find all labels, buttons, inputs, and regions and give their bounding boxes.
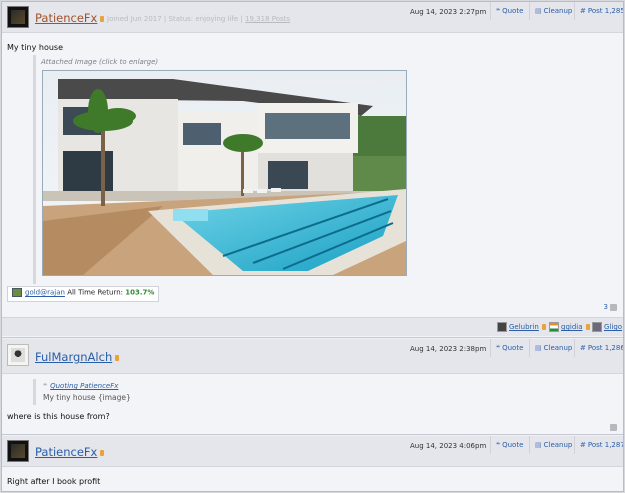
hash-icon: #: [580, 344, 586, 352]
like-count[interactable]: 3: [604, 303, 617, 311]
quote-text: My tiny house {image}: [43, 393, 131, 402]
quote-button[interactable]: ❝ Quote: [490, 436, 523, 454]
avatar: [497, 322, 507, 332]
badge-icon: [100, 449, 105, 456]
cleanup-button[interactable]: ▤ Cleanup: [529, 2, 572, 20]
like-button[interactable]: [608, 423, 617, 431]
post-1285: PatienceFx Joined Jun 2017 | Status: enj…: [2, 2, 623, 338]
user-post-count: 19,318 Posts: [245, 15, 291, 23]
quote-icon: ❝: [43, 382, 48, 390]
liker[interactable]: Gelubrin: [497, 322, 546, 332]
cleanup-button[interactable]: ▤ Cleanup: [529, 339, 572, 357]
post-header: PatienceFx Aug 14, 2023 4:06pm ❝ Quote ▤ C…: [2, 436, 623, 467]
quote-icon: ❝: [496, 344, 501, 352]
cleanup-icon: ▤: [535, 7, 542, 15]
post-header: FulMargnAlch Aug 14, 2023 2:38pm ❝ Quote …: [2, 339, 623, 374]
likers-bar: Gelubrin ggidia Gligo: [2, 317, 623, 336]
thumbs-up-icon: [610, 303, 617, 311]
attachment: Attached Image (click to enlarge): [33, 55, 411, 284]
quote-block: ❝ Quoting PatienceFx My tiny house {image…: [33, 379, 131, 405]
post-1286: FulMargnAlch Aug 14, 2023 2:38pm ❝ Quote …: [2, 339, 623, 435]
house-photo: [43, 71, 406, 275]
badge-icon: [100, 15, 105, 22]
user-meta: Joined Jun 2017 | Status: enjoying life …: [107, 15, 291, 23]
liker[interactable]: Gligo: [592, 322, 622, 332]
username[interactable]: PatienceFx: [35, 11, 105, 25]
post-header: PatienceFx Joined Jun 2017 | Status: enj…: [2, 2, 623, 33]
hash-icon: #: [580, 441, 586, 449]
avatar[interactable]: [7, 6, 29, 28]
post-text: where is this house from?: [7, 412, 110, 421]
post-date: Aug 14, 2023 2:27pm: [410, 8, 487, 16]
hash-icon: #: [580, 7, 586, 15]
post-1287: PatienceFx Aug 14, 2023 4:06pm ❝ Quote ▤ C…: [2, 436, 623, 491]
post-text: Right after I book profit: [7, 477, 101, 486]
post-date: Aug 14, 2023 2:38pm: [410, 345, 487, 353]
username[interactable]: PatienceFx: [35, 445, 105, 459]
quote-author-link[interactable]: ❝ Quoting PatienceFx: [43, 382, 131, 390]
signature-link[interactable]: gold@rajan: [25, 289, 65, 297]
attached-image[interactable]: [42, 70, 407, 276]
post-number-link[interactable]: # Post 1,287: [574, 436, 623, 454]
flag-icon: [549, 322, 559, 332]
post-number-link[interactable]: # Post 1,285: [574, 2, 623, 20]
post-date: Aug 14, 2023 4:06pm: [410, 442, 487, 450]
chart-icon: [12, 288, 22, 297]
signature: gold@rajan All Time Return: 103.7%: [7, 286, 160, 302]
badge-icon: [585, 324, 590, 330]
return-value: 103.7%: [125, 288, 155, 297]
quote-icon: ❝: [496, 441, 501, 449]
cleanup-icon: ▤: [535, 344, 542, 352]
quote-icon: ❝: [496, 7, 501, 15]
cleanup-icon: ▤: [535, 441, 542, 449]
avatar: [592, 322, 602, 332]
quote-button[interactable]: ❝ Quote: [490, 2, 523, 20]
avatar[interactable]: [7, 344, 29, 366]
quote-button[interactable]: ❝ Quote: [490, 339, 523, 357]
cleanup-button[interactable]: ▤ Cleanup: [529, 436, 572, 454]
liker[interactable]: ggidia: [549, 322, 590, 332]
badge-icon: [541, 324, 546, 330]
thumbs-up-icon: [610, 423, 617, 431]
thread-container: PatienceFx Joined Jun 2017 | Status: enj…: [1, 1, 624, 492]
username[interactable]: FulMargnAlch: [35, 350, 120, 364]
attachment-caption[interactable]: Attached Image (click to enlarge): [41, 58, 158, 66]
avatar[interactable]: [7, 440, 29, 462]
post-number-link[interactable]: # Post 1,286: [574, 339, 623, 357]
post-text: My tiny house: [7, 43, 64, 52]
badge-icon: [115, 354, 120, 361]
